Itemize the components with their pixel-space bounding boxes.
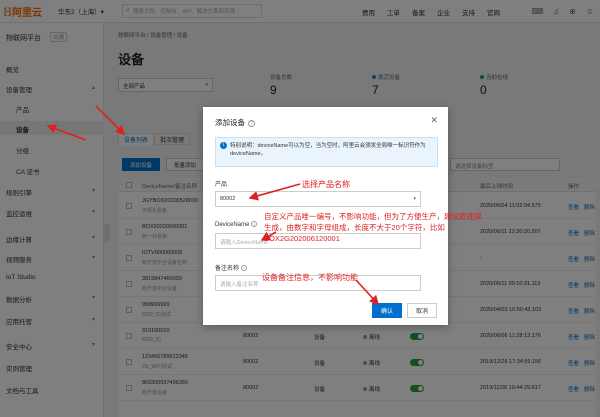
- remark-label: 备注名称 ?: [215, 263, 247, 272]
- notice-text: 特别说明：deviceName可以为空，当为空时，阿里云会颁发全局唯一标识符作为…: [230, 143, 426, 157]
- product-select[interactable]: 80002 ▾: [215, 191, 421, 207]
- help-icon[interactable]: ?: [248, 120, 255, 127]
- chevron-down-icon: ▾: [413, 196, 416, 202]
- cancel-button[interactable]: 取消: [407, 303, 437, 318]
- annotation-product: 选择产品名称: [302, 180, 350, 189]
- dialog-title-text: 添加设备: [215, 118, 245, 127]
- annotation-remark: 设备备注信息，不影响功能: [262, 273, 358, 282]
- devicename-label: DeviceName ?: [215, 221, 258, 228]
- product-select-value: 80002: [220, 196, 236, 202]
- info-icon: i: [220, 142, 227, 149]
- dialog-title: 添加设备?: [215, 117, 255, 128]
- help-icon[interactable]: ?: [240, 265, 247, 271]
- notice-box: i 特别说明：deviceName可以为空，当为空时，阿里云会颁发全局唯一标识符…: [215, 137, 438, 167]
- devicename-label-text: DeviceName: [215, 222, 250, 228]
- close-icon[interactable]: ✕: [430, 115, 438, 126]
- product-label: 产品: [215, 182, 228, 188]
- annotation-devicename: 自定义产品唯一编号，不影响功能，但为了方便生产，建议按规律生成，由数字和字母组成…: [264, 212, 482, 243]
- remark-label-text: 备注名称: [215, 266, 240, 272]
- confirm-button[interactable]: 确认: [372, 303, 402, 318]
- help-icon[interactable]: ?: [251, 221, 258, 227]
